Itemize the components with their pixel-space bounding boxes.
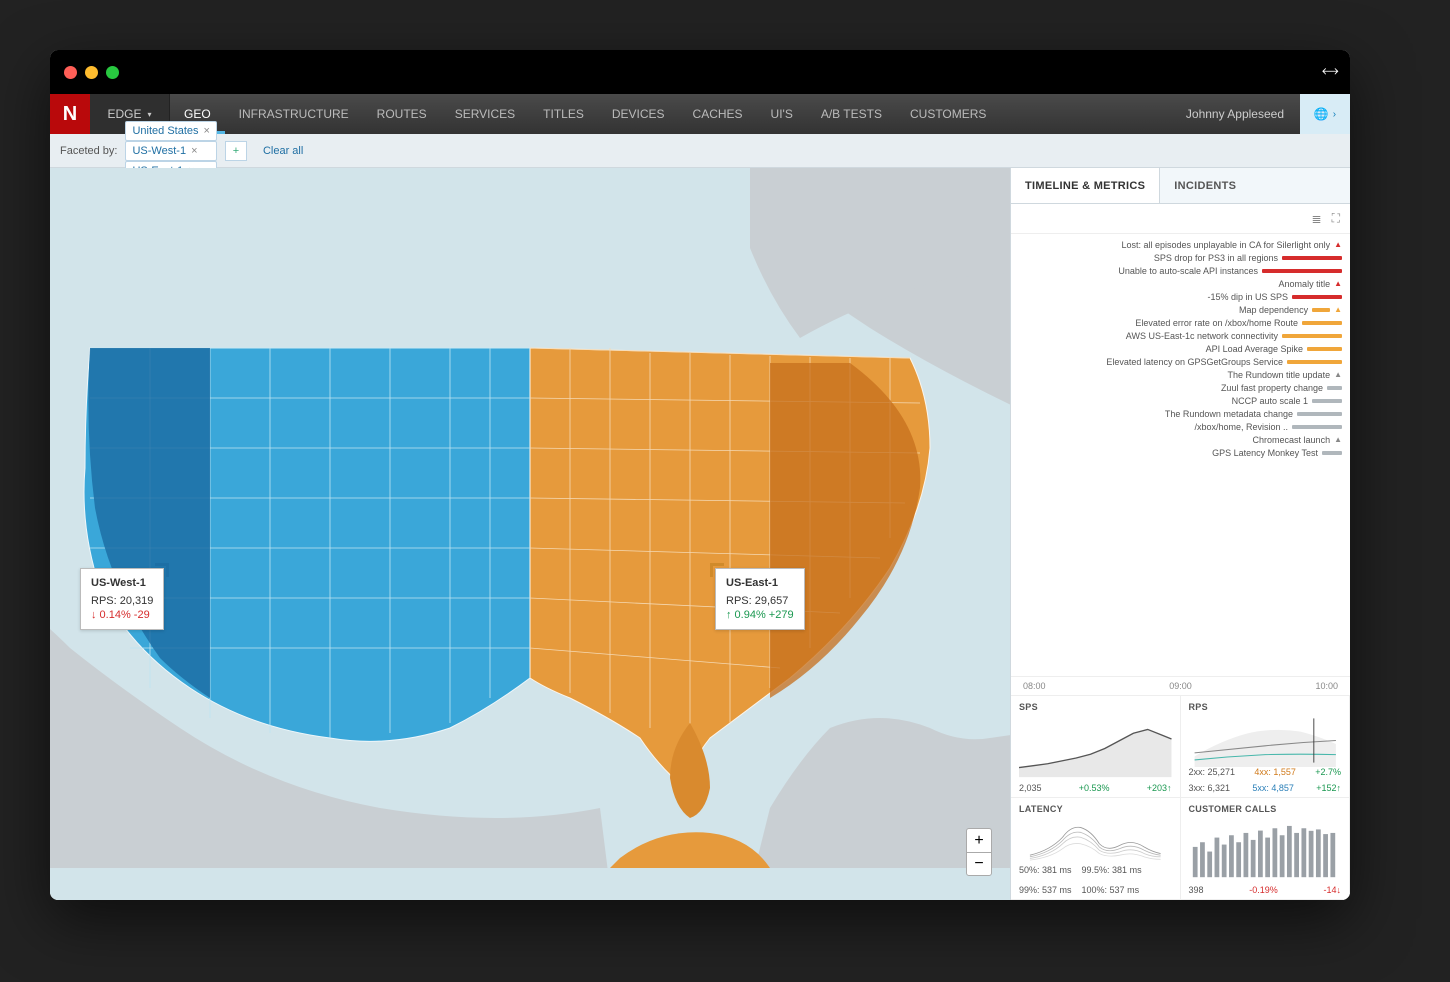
navbar: N EDGE ▾ GEOINFRASTRUCTUREROUTESSERVICES… [50,94,1350,134]
zoom-out-button[interactable]: − [966,852,992,876]
region-box-east[interactable]: US-East-1 RPS: 29,657 ↑ 0.94% +279 [715,568,805,630]
timeline-event[interactable]: Lost: all episodes unplayable in CA for … [1019,238,1342,251]
nav-tab-ui-s[interactable]: UI'S [757,94,807,134]
rps-sparkline [1189,714,1342,767]
chevron-right-icon: › [1333,109,1336,120]
edge-label: EDGE [107,107,141,121]
zoom-in-button[interactable]: + [966,828,992,852]
timeline-event[interactable]: SPS drop for PS3 in all regions [1019,251,1342,264]
titlebar: ⤢ [50,50,1350,94]
region-name: US-East-1 [726,577,794,589]
globe-button[interactable]: 🌐 › [1300,94,1350,134]
customer-calls-bars [1189,816,1342,885]
latency-sparkline [1019,816,1172,865]
remove-chip-icon[interactable]: × [191,145,197,157]
nav-tab-routes[interactable]: ROUTES [363,94,441,134]
region-rps: RPS: 29,657 [726,595,794,607]
side-tabs: TIMELINE & METRICS INCIDENTS [1011,168,1350,204]
app-logo[interactable]: N [50,94,90,134]
nav-tab-customers[interactable]: CUSTOMERS [896,94,1000,134]
nav-tab-caches[interactable]: CACHES [679,94,757,134]
remove-chip-icon[interactable]: × [204,125,210,137]
focus-icon[interactable]: ⛶ [1332,211,1340,226]
facet-label: Faceted by: [60,145,117,157]
facet-chip[interactable]: United States× [125,121,216,141]
timeline-event[interactable]: The Rundown metadata change [1019,407,1342,420]
timeline-event[interactable]: Map dependency▲ [1019,303,1342,316]
nav-tab-titles[interactable]: TITLES [529,94,598,134]
nav-tab-devices[interactable]: DEVICES [598,94,679,134]
tab-timeline-metrics[interactable]: TIMELINE & METRICS [1011,168,1160,203]
metric-cards: SPS 2,035+0.53%+203↑ RPS [1011,696,1350,900]
timeline-event[interactable]: -15% dip in US SPS [1019,290,1342,303]
timeline-event[interactable]: Chromecast launch▲ [1019,433,1342,446]
card-sps[interactable]: SPS 2,035+0.53%+203↑ [1011,696,1181,798]
close-icon[interactable] [64,66,77,79]
timeline-event[interactable]: Elevated error rate on /xbox/home Route [1019,316,1342,329]
card-customer-calls[interactable]: CUSTOMER CALLS 398-0.19%-14↓ [1181,798,1351,900]
facet-chip[interactable]: US-West-1× [125,141,216,161]
timeline-event[interactable]: GPS Latency Monkey Test [1019,446,1342,459]
nav-tab-services[interactable]: SERVICES [441,94,529,134]
user-name[interactable]: Johnny Appleseed [1170,94,1300,134]
region-box-west[interactable]: US-West-1 RPS: 20,319 ↓ 0.14% -29 [80,568,164,630]
timeline-event[interactable]: Elevated latency on GPSGetGroups Service [1019,355,1342,368]
map-pane[interactable]: REQUESTS PER SECOND ≡ [50,168,1010,900]
region-trend: ↓ 0.14% -29 [91,609,153,621]
globe-icon: 🌐 [1314,107,1329,121]
traffic-lights [64,66,119,79]
chevron-down-icon: ▾ [148,110,152,119]
timeline-event[interactable]: Zuul fast property change [1019,381,1342,394]
side-toolbar: ≣ ⛶ [1011,204,1350,234]
timeline-event[interactable]: The Rundown title update▲ [1019,368,1342,381]
timeline-event[interactable]: Anomaly title▲ [1019,277,1342,290]
time-axis: 08:00 09:00 10:00 [1011,676,1350,696]
timeline-event[interactable]: /xbox/home, Revision .. [1019,420,1342,433]
expand-icon[interactable]: ⤢ [1319,61,1341,83]
tab-incidents[interactable]: INCIDENTS [1160,168,1250,203]
timeline-event[interactable]: Unable to auto-scale API instances [1019,264,1342,277]
us-map [50,168,1010,868]
region-rps: RPS: 20,319 [91,595,153,607]
clear-all-link[interactable]: Clear all [263,145,303,157]
list-icon[interactable]: ≣ [1312,212,1322,226]
region-trend: ↑ 0.94% +279 [726,609,794,621]
zoom-controls: + − [966,828,992,876]
app-window: ⤢ N EDGE ▾ GEOINFRASTRUCTUREROUTESSERVIC… [50,50,1350,900]
nav-tab-infrastructure[interactable]: INFRASTRUCTURE [225,94,363,134]
timeline-list[interactable]: Lost: all episodes unplayable in CA for … [1011,234,1350,484]
timeline-event[interactable]: NCCP auto scale 1 [1019,394,1342,407]
region-name: US-West-1 [91,577,153,589]
minimize-icon[interactable] [85,66,98,79]
nav-tabs: GEOINFRASTRUCTUREROUTESSERVICESTITLESDEV… [170,94,1000,134]
card-rps[interactable]: RPS 2xx: 25,2714xx: 1,557+2.7% 3xx: 6,32… [1181,696,1351,798]
side-panel: TIMELINE & METRICS INCIDENTS ≣ ⛶ Lost: a… [1010,168,1350,900]
fullscreen-icon[interactable] [106,66,119,79]
content: REQUESTS PER SECOND ≡ [50,168,1350,900]
facet-bar: Faceted by: United States×US-West-1×US-E… [50,134,1350,168]
add-facet-button[interactable]: + [225,141,247,161]
timeline-event[interactable]: AWS US-East-1c network connectivity [1019,329,1342,342]
card-latency[interactable]: LATENCY 50%: 381 ms99.5%: 381 ms 99%: 53… [1011,798,1181,900]
nav-tab-a-b-tests[interactable]: A/B TESTS [807,94,896,134]
sps-sparkline [1019,714,1172,783]
timeline-event[interactable]: API Load Average Spike [1019,342,1342,355]
